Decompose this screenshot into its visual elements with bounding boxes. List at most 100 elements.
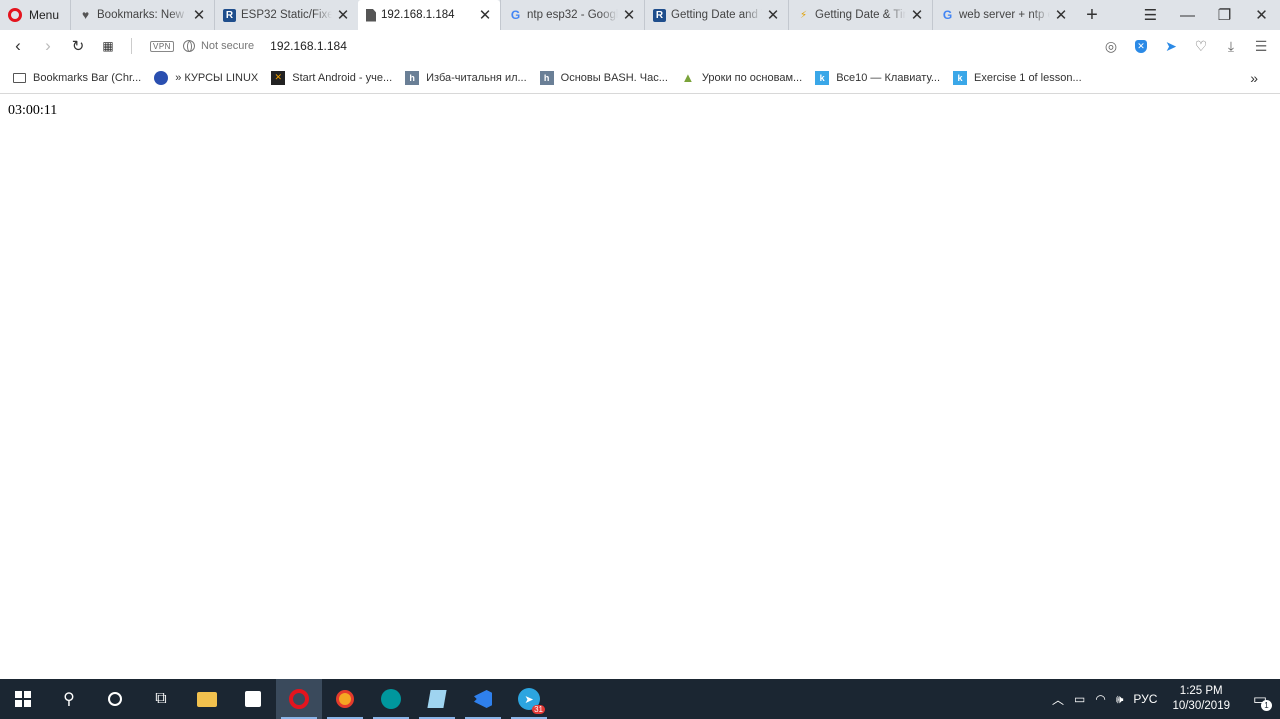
send-icon[interactable]: ➤ [1162,38,1180,55]
action-center-icon[interactable]: ▭ 1 [1240,679,1280,719]
globe-icon [182,40,195,52]
tab-active-ip[interactable]: 192.168.1.184 ✕ [358,0,500,30]
back-button[interactable]: ‹ [3,31,33,61]
google-icon: G [510,8,521,22]
close-tab-icon[interactable]: ✕ [910,6,924,24]
cortana-icon[interactable] [92,679,138,719]
new-tab-button[interactable]: + [1076,0,1108,30]
reload-button[interactable]: ↻ [63,31,93,61]
adblock-shield-icon[interactable]: ✕ [1132,39,1150,53]
habr-icon: h [405,70,420,85]
camera-icon[interactable]: ◎ [1102,38,1120,55]
task-view-icon[interactable]: ⧉ [138,679,184,719]
close-tab-icon[interactable]: ✕ [766,6,780,24]
file-explorer-icon[interactable] [184,679,230,719]
close-tab-icon[interactable]: ✕ [622,6,636,24]
mango-app-icon[interactable] [322,679,368,719]
heart-icon: ♥ [81,8,90,22]
close-tab-icon[interactable]: ✕ [1054,6,1068,24]
tab-getting-date-time[interactable]: ⚡ Getting Date & Tin ✕ [788,0,932,30]
bolt-icon: ⚡ [799,9,808,21]
security-status[interactable]: Not secure [201,40,254,52]
bookmark-item[interactable]: ▲ Уроки по основам... [681,70,802,85]
notepad-icon[interactable] [414,679,460,719]
clock-date: 10/30/2019 [1172,700,1230,712]
bookmark-item[interactable]: ✕ Start Android - уче... [271,70,393,85]
tab-title: Getting Date and T [671,9,762,21]
address-bar: ‹ › ↻ ▦ VPN Not secure 192.168.1.184 ◎ ✕… [0,30,1280,62]
globe-bookmark-icon [154,70,169,85]
search-icon[interactable]: ⚲ [46,679,92,719]
tab-title: Getting Date & Tin [815,9,906,21]
bookmarks-bar: Bookmarks Bar (Chr... » КУРСЫ LINUX ✕ St… [0,62,1280,94]
tab-bookmarks[interactable]: ♥ Bookmarks: New fo ✕ [70,0,214,30]
r-icon: R [653,8,666,22]
easy-setup-icon[interactable]: ☰ [1252,38,1270,55]
close-tab-icon[interactable]: ✕ [336,6,350,24]
windows-taskbar: ⚲ ⧉ ➤ 31 ︿ ▭ ◠ 🕪 РУС 1:25 PM 10/30/2019 … [0,679,1280,719]
divider [131,38,132,54]
tab-menu-icon[interactable]: ☰ [1132,0,1169,30]
language-indicator[interactable]: РУС [1133,692,1157,706]
start-android-icon: ✕ [271,70,286,85]
close-tab-icon[interactable]: ✕ [192,6,206,24]
folder-icon [13,72,26,83]
system-tray: ︿ ▭ ◠ 🕪 РУС 1:25 PM 10/30/2019 ▭ 1 [1047,679,1280,719]
store-icon[interactable] [230,679,276,719]
tab-getting-date[interactable]: R Getting Date and T ✕ [644,0,788,30]
google-icon: G [942,8,953,22]
telegram-icon[interactable]: ➤ 31 [506,679,552,719]
more-bookmarks-icon[interactable]: » [1250,70,1258,86]
close-tab-icon[interactable]: ✕ [478,6,492,24]
show-hidden-icons-icon[interactable]: ︿ [1052,691,1064,708]
tab-strip: Menu ♥ Bookmarks: New fo ✕ R ESP32 Stati… [0,0,1280,30]
opera-menu-button[interactable]: Menu [0,0,70,30]
window-controls: ☰ — ❐ ✕ [1132,0,1280,30]
close-window-button[interactable]: ✕ [1243,0,1280,30]
bookmark-folder[interactable]: Bookmarks Bar (Chr... [13,72,141,84]
telegram-badge: 31 [532,705,545,714]
tab-title: ntp esp32 - Googl [527,9,618,21]
url-input[interactable]: 192.168.1.184 [270,39,347,53]
vpn-badge[interactable]: VPN [150,40,174,52]
download-icon[interactable]: ⤓ [1222,38,1240,55]
start-button[interactable] [0,679,46,719]
tab-esp32-static[interactable]: R ESP32 Static/Fixed ✕ [214,0,358,30]
opera-logo-icon [8,8,22,22]
vscode-icon[interactable] [460,679,506,719]
tab-title: 192.168.1.184 [381,9,455,21]
bookmark-item[interactable]: h Изба-читальня ил... [405,70,527,85]
arduino-icon[interactable] [368,679,414,719]
bookmark-label: Изба-читальня ил... [426,71,527,84]
battery-icon[interactable]: ▭ [1074,692,1085,706]
clock[interactable]: 1:25 PM 10/30/2019 [1172,684,1230,714]
forward-button[interactable]: › [33,31,63,61]
tab-web-server-ntp[interactable]: G web server + ntp e ✕ [932,0,1076,30]
bookmark-item[interactable]: k Все10 — Клавиату... [815,70,941,85]
keyboard-trainer-icon: k [953,70,968,85]
bookmark-item[interactable]: » КУРСЫ LINUX [154,70,259,85]
bookmark-label: » КУРСЫ LINUX [175,71,259,84]
bookmark-label: Bookmarks Bar (Chr... [33,71,142,84]
minimize-button[interactable]: — [1169,0,1206,30]
habr-icon: h [539,70,554,85]
notification-count: 1 [1261,700,1272,711]
bookmark-item[interactable]: k Exercise 1 of lesson... [953,70,1082,85]
bookmark-label: Exercise 1 of lesson... [974,71,1082,84]
browser-window: Menu ♥ Bookmarks: New fo ✕ R ESP32 Stati… [0,0,1280,719]
r-icon: R [223,8,236,22]
clock-time: 1:25 PM [1179,685,1223,697]
bookmark-item[interactable]: h Основы BASH. Час... [539,70,668,85]
opera-taskbar-icon[interactable] [276,679,322,719]
bookmark-label: Основы BASH. Час... [560,71,668,84]
wifi-icon[interactable]: ◠ [1095,692,1105,706]
volume-icon[interactable]: 🕪 [1116,692,1124,707]
tab-ntp-search[interactable]: G ntp esp32 - Googl ✕ [500,0,644,30]
maximize-button[interactable]: ❐ [1206,0,1243,30]
windows-logo-icon [15,691,31,707]
bookmark-label: Все10 — Клавиату... [836,71,941,84]
bookmark-label: Start Android - уче... [292,71,393,84]
heart-icon[interactable]: ♡ [1192,38,1210,55]
speed-dial-icon[interactable]: ▦ [93,31,123,61]
address-bar-actions: ◎ ✕ ➤ ♡ ⤓ ☰ [1102,30,1270,62]
